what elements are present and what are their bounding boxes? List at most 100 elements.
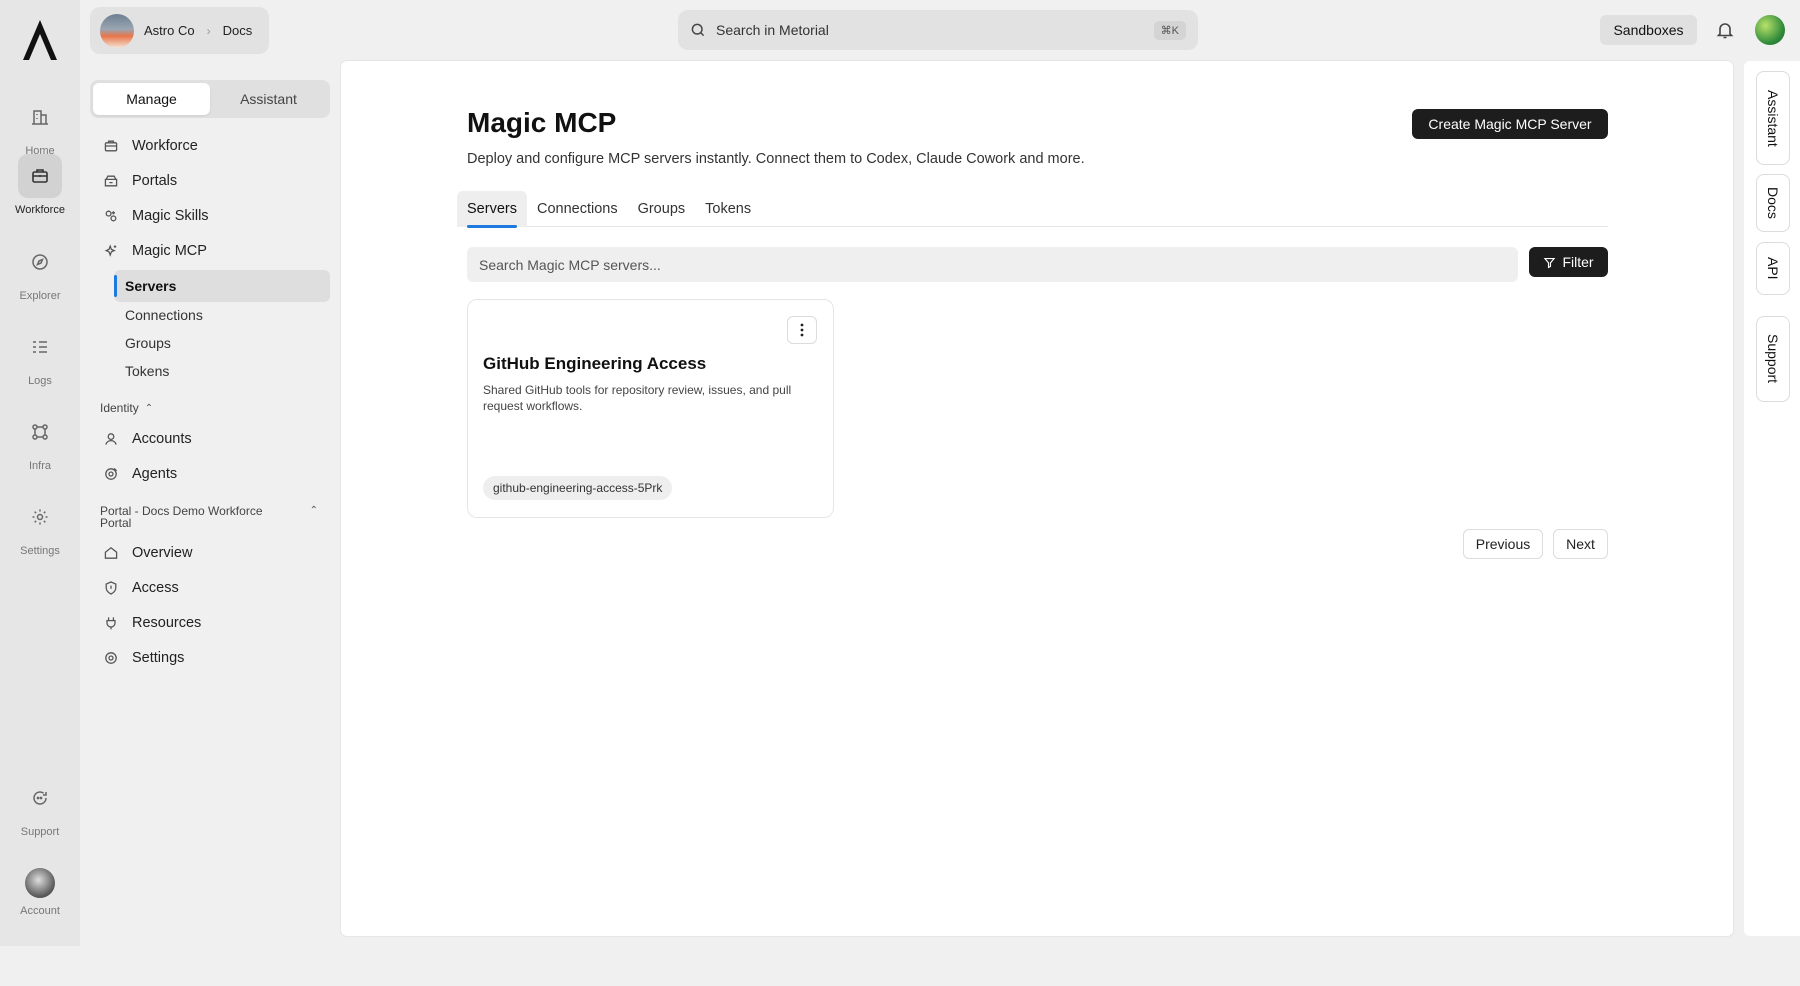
sidebar-item-label: Workforce [132,137,198,154]
rail-label: Explorer [19,290,61,302]
search-placeholder: Search Magic MCP servers... [479,256,661,273]
sidebar-item-label: Overview [132,544,193,561]
briefcase-icon [102,137,120,155]
org-breadcrumb[interactable]: Astro Co › Docs [90,7,269,54]
create-magic-mcp-server-button[interactable]: Create Magic MCP Server [1412,109,1608,139]
metorial-logo-icon[interactable] [21,18,59,62]
server-search-input[interactable]: Search Magic MCP servers... [467,247,1518,282]
rail-item-support[interactable]: Support [0,776,80,838]
rail-label: Logs [28,375,52,387]
compass-icon [18,240,62,284]
sidebar-item-accounts[interactable]: Accounts [90,421,330,456]
section-label: Identity [100,401,139,415]
home-icon [102,544,120,562]
rail-item-infra[interactable]: Infra [0,410,80,472]
user-avatar[interactable] [1755,15,1785,45]
bottom-strip [0,946,1800,986]
sidebar-item-label: Agents [132,465,178,482]
mode-toggle: Manage Assistant [90,80,330,118]
gear-icon [18,495,62,539]
rail-label: Workforce [15,204,65,216]
right-rail: Assistant Docs API Support [1744,61,1800,936]
chevron-right-icon: › [206,23,211,38]
sparkle-icon [102,242,120,260]
portal-icon [102,172,120,190]
sidebar: Astro Co › Docs Manage Assistant Workfor… [80,0,340,946]
tab-connections[interactable]: Connections [527,191,628,227]
sidebar-item-label: Accounts [132,430,192,447]
filter-button[interactable]: Filter [1529,247,1608,277]
section-label: Portal - Docs Demo Workforce Portal [100,504,263,530]
mode-assistant-button[interactable]: Assistant [210,83,327,115]
rail-label: Settings [20,545,60,557]
mode-manage-button[interactable]: Manage [93,83,210,115]
rail-label: Account [20,905,60,917]
sidebar-item-agents[interactable]: Agents [90,456,330,491]
filter-label: Filter [1562,254,1594,270]
page-title: Magic MCP [467,107,617,138]
rail-item-workforce[interactable]: Workforce [0,154,80,216]
org-name: Astro Co [144,23,195,38]
server-card-description: Shared GitHub tools for repository revie… [483,383,792,413]
rail-item-home[interactable]: Home [0,95,80,157]
search-placeholder: Search in Metorial [716,22,829,38]
rail-label: Infra [28,460,51,472]
plug-icon [102,614,120,632]
right-tab-label: Support [1765,334,1781,384]
rail-item-logs[interactable]: Logs [0,325,80,387]
sidebar-item-workforce[interactable]: Workforce [90,128,330,163]
user-icon [102,430,120,448]
sidebar-item-label: Magic Skills [132,207,209,224]
tab-tokens[interactable]: Tokens [695,191,761,227]
list-icon [18,325,62,369]
sidebar-subitem-tokens[interactable]: Tokens [90,355,330,387]
sidebar-item-magic-mcp[interactable]: Magic MCP [90,233,330,268]
sidebar-item-label: Resources [132,614,202,631]
right-tab-label: Assistant [1765,89,1781,147]
breadcrumb-page: Docs [222,23,253,38]
sidebar-subitem-servers[interactable]: Servers [114,270,330,302]
agent-icon [102,465,120,483]
bell-icon[interactable] [1715,20,1735,40]
tabs: Servers Connections Groups Tokens [457,191,1608,228]
previous-page-button[interactable]: Previous [1463,529,1543,559]
rail-item-account[interactable]: Account [0,861,80,917]
org-avatar [100,13,134,48]
building-icon [18,95,62,139]
right-tab-api[interactable]: API [1756,242,1790,295]
tab-servers[interactable]: Servers [457,191,527,228]
more-vertical-icon[interactable] [787,316,817,344]
chevron-up-icon: ⌃ [144,402,154,414]
server-card[interactable]: GitHub Engineering Access Shared GitHub … [467,299,834,518]
left-rail: Home Workforce Explorer Logs Infra Setti… [0,0,80,946]
right-tab-assistant[interactable]: Assistant [1756,71,1790,165]
sandboxes-button[interactable]: Sandboxes [1600,15,1697,45]
sidebar-item-resources[interactable]: Resources [90,605,330,640]
shortcut-badge: ⌘K [1153,20,1186,40]
sidebar-item-label: Portals [132,172,178,189]
right-tab-support[interactable]: Support [1756,316,1790,402]
identity-section-header[interactable]: Identity ⌃ [90,401,330,415]
filter-icon [1544,257,1556,268]
right-tab-docs[interactable]: Docs [1756,174,1790,232]
main-panel: Magic MCP Deploy and configure MCP serve… [341,61,1733,936]
sidebar-item-access[interactable]: Access [90,570,330,605]
rail-item-explorer[interactable]: Explorer [0,240,80,302]
sidebar-item-overview[interactable]: Overview [90,535,330,570]
sidebar-item-settings[interactable]: Settings [90,640,330,675]
right-tab-label: API [1765,257,1781,280]
sidebar-nav: Workforce Portals Magic Skills Magic MCP… [90,128,330,675]
server-slug-badge: github-engineering-access-5Prk [483,476,673,500]
page-description: Deploy and configure MCP servers instant… [467,151,1085,167]
sidebar-item-portals[interactable]: Portals [90,163,330,198]
rail-item-settings[interactable]: Settings [0,495,80,557]
tab-groups[interactable]: Groups [628,191,696,227]
sidebar-item-label: Access [132,579,179,596]
next-page-button[interactable]: Next [1553,529,1608,559]
chevron-up-icon: ⌃ [309,505,318,516]
sidebar-item-label: Magic MCP [132,242,207,259]
portal-section-header[interactable]: Portal - Docs Demo Workforce Portal ⌃ [90,505,330,529]
skills-icon [102,207,120,225]
global-search-input[interactable]: Search in Metorial ⌘K [678,10,1198,50]
sidebar-item-magic-skills[interactable]: Magic Skills [90,198,330,233]
